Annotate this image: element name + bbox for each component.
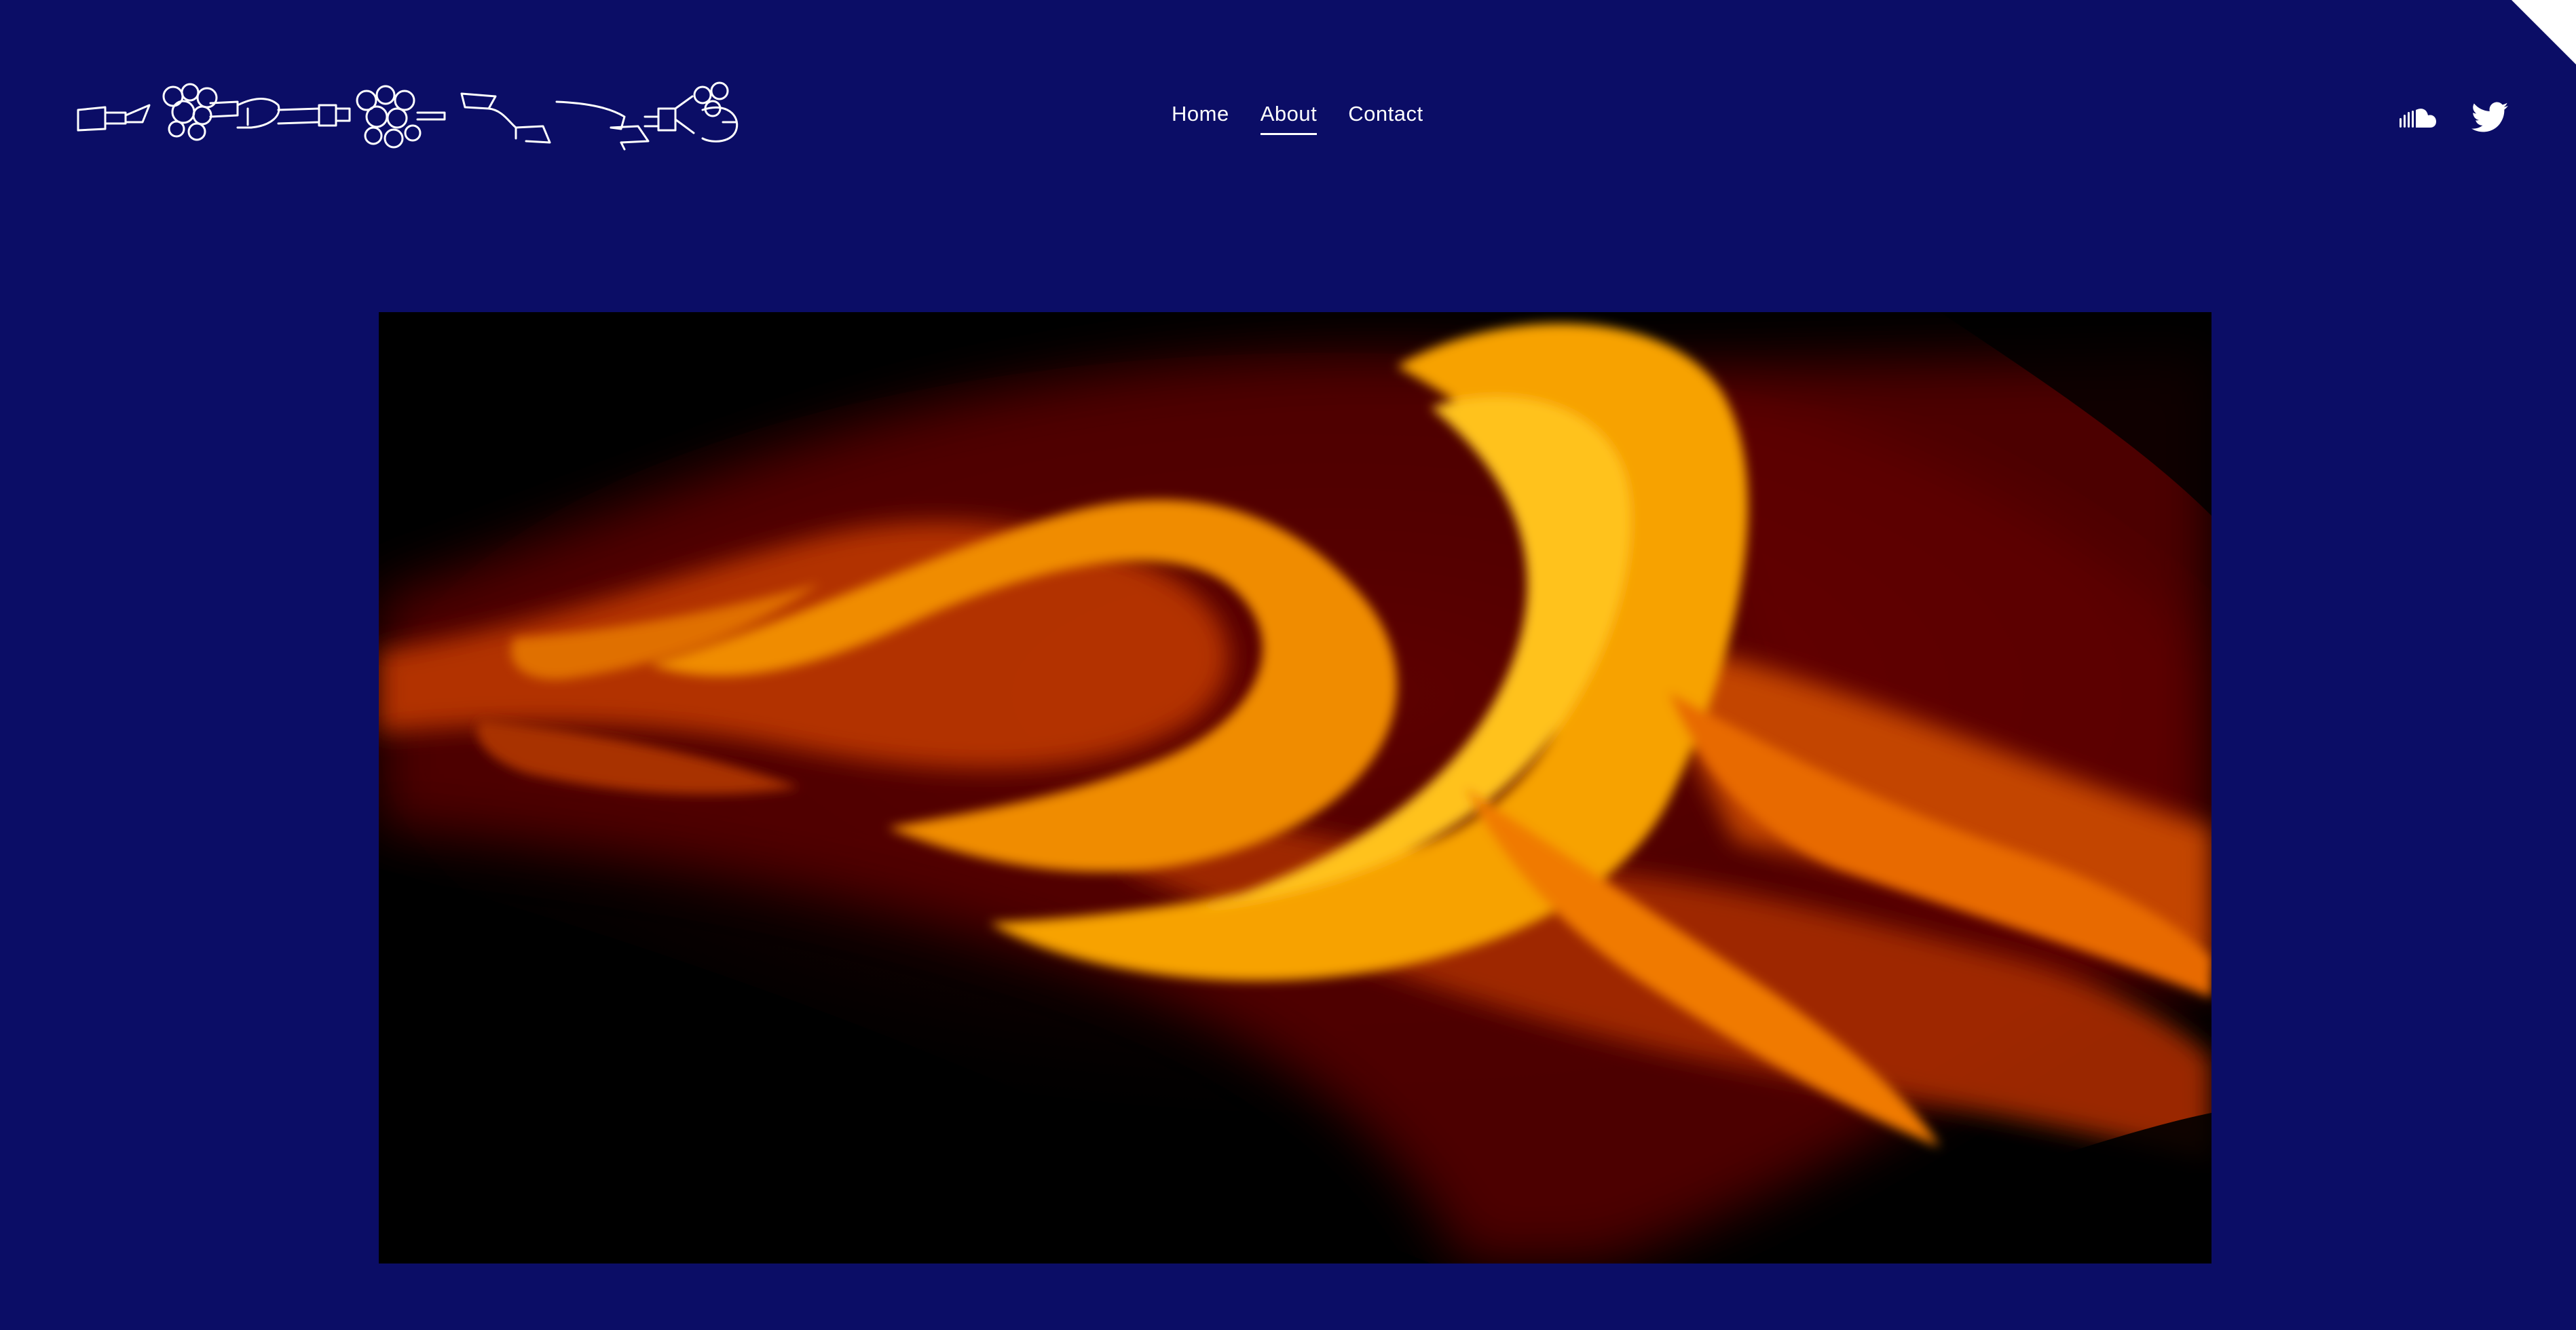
- site-header: Home About Contact: [0, 0, 2576, 244]
- page: Home About Contact: [0, 0, 2576, 1330]
- twitter-icon[interactable]: [2471, 102, 2508, 136]
- site-logo[interactable]: [75, 68, 855, 170]
- nav-home-link[interactable]: Home: [1172, 102, 1229, 135]
- social-links: [2400, 102, 2508, 136]
- nav-about-link[interactable]: About: [1260, 102, 1318, 135]
- nav-contact-link[interactable]: Contact: [1348, 102, 1423, 135]
- hero-image-flame: [379, 312, 2211, 1264]
- logo-ribbon-graphic: [77, 81, 739, 151]
- main-nav: Home About Contact: [1172, 102, 1423, 135]
- soundcloud-icon[interactable]: [2400, 106, 2438, 132]
